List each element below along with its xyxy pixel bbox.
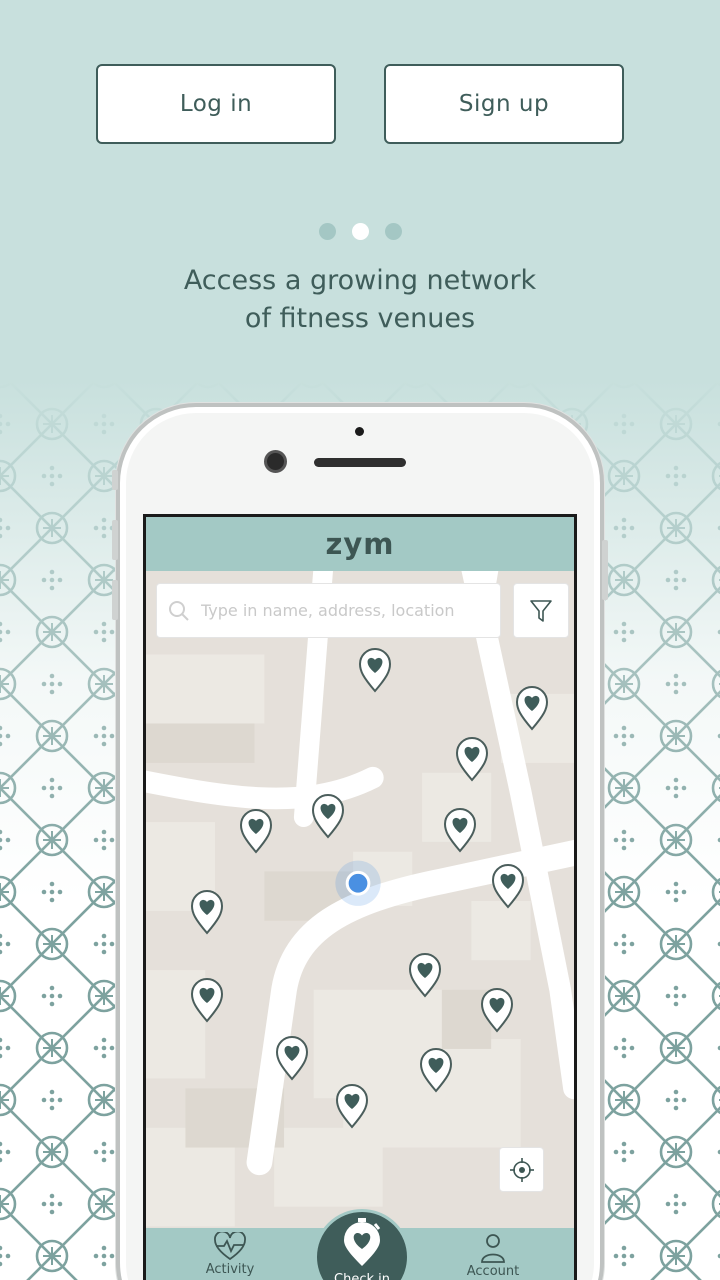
venue-heart-pin[interactable] [190,977,224,1023]
venue-heart-pin[interactable] [515,685,549,731]
check-in-label: Check in [334,1272,390,1280]
tagline-line-1: Access a growing network [183,265,537,296]
venue-heart-pin[interactable] [358,647,392,693]
phone-camera [264,450,287,473]
onboarding-tagline: Access a growing network of fitness venu… [0,262,720,338]
search-input[interactable] [201,601,491,620]
venue-heart-pin[interactable] [480,987,514,1033]
phone-screen: zym Type in name, address, location Acti… [143,514,577,1280]
my-location-button[interactable] [499,1147,544,1192]
filter-button[interactable] [513,583,569,638]
locate-icon [509,1157,534,1182]
venue-heart-pin[interactable] [491,863,525,909]
carousel-dot-active[interactable] [352,223,369,240]
app-logo: zym [325,527,395,561]
tagline-line-2: of fitness venues [244,303,476,334]
venue-heart-pin[interactable] [455,736,489,782]
phone-side-button [112,520,118,560]
phone-speaker [314,458,406,467]
venue-heart-pin[interactable] [419,1047,453,1093]
venue-heart-pin[interactable] [443,807,477,853]
search-bar[interactable] [156,583,501,638]
app-title-bar: zym [146,517,574,571]
phone-side-button [112,580,118,620]
tab-activity[interactable]: Activity [175,1228,285,1280]
phone-side-button [602,540,608,600]
venue-heart-pin[interactable] [239,808,273,854]
venue-heart-pin[interactable] [311,793,345,839]
carousel-dot[interactable] [319,223,336,240]
venue-heart-pin[interactable] [190,889,224,935]
sign-up-button[interactable]: Sign up [384,64,624,144]
tab-activity-label: Activity [205,1262,255,1277]
stopwatch-heart-icon [344,1218,381,1266]
carousel-dot[interactable] [385,223,402,240]
tab-account[interactable]: Account [438,1228,548,1280]
tab-account-label: Account [466,1264,520,1279]
venue-heart-pin[interactable] [275,1035,309,1081]
carousel-page-indicator [319,223,402,240]
venue-heart-pin[interactable] [335,1083,369,1129]
filter-icon [530,599,552,622]
person-icon [481,1234,505,1263]
phone-side-button [112,470,118,490]
venue-heart-pin[interactable] [408,952,442,998]
user-location-dot [345,870,371,896]
log-in-button[interactable]: Log in [96,64,336,144]
phone-sensor [355,427,364,436]
heart-pulse-icon [214,1232,246,1261]
search-icon [169,600,189,621]
